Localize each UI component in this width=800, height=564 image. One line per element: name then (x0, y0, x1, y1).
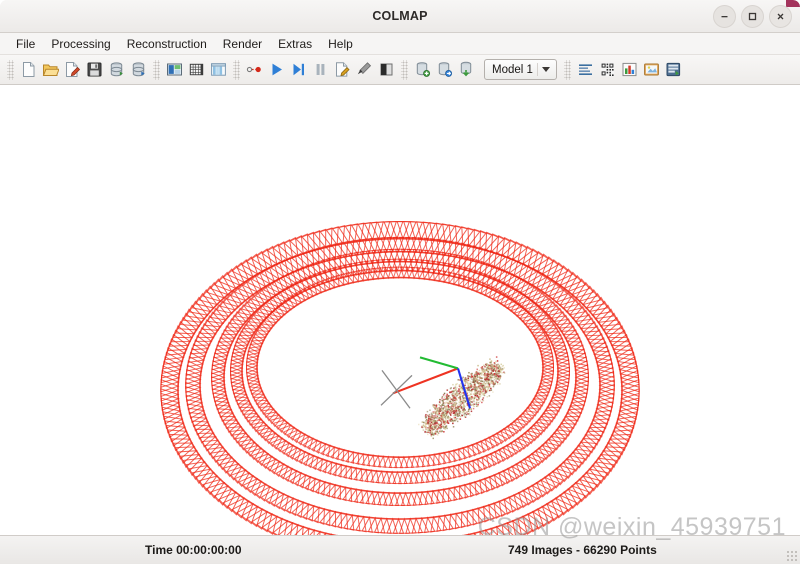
maximize-button[interactable] (741, 5, 764, 28)
model-selector-value: Model 1 (492, 63, 533, 76)
model-viewer-canvas (0, 86, 800, 535)
import-model-button[interactable] (106, 59, 127, 81)
start-reconstruction-icon (272, 63, 282, 76)
feature-matching-button[interactable] (186, 59, 207, 81)
step-reconstruction-button[interactable] (288, 59, 309, 81)
dense-reconstruction-button[interactable] (354, 59, 375, 81)
toolbar-grip-5[interactable] (563, 59, 571, 80)
status-bar: Time 00:00:00:00 749 Images - 66290 Poin… (0, 535, 800, 564)
resize-grip[interactable] (786, 550, 798, 562)
close-icon (777, 13, 784, 20)
log-panel-button[interactable] (575, 59, 596, 81)
chevron-down-icon (541, 67, 550, 72)
grab-movie-icon (644, 63, 659, 76)
start-reconstruction-button[interactable] (266, 59, 287, 81)
grab-image-button[interactable] (597, 59, 618, 81)
add-model-button[interactable] (412, 59, 433, 81)
feature-extraction-button[interactable] (164, 59, 185, 81)
import-model-icon (110, 62, 123, 77)
model-selector-separator (536, 63, 538, 76)
main-toolbar: Model 1 (0, 55, 800, 85)
menu-processing[interactable]: Processing (43, 35, 118, 53)
log-panel-icon (578, 64, 592, 75)
pause-reconstruction-button[interactable] (310, 59, 331, 81)
colmap-main-window: COLMAP File Processing Reconstruction Re… (0, 0, 800, 564)
export-model-icon (132, 62, 145, 77)
undistort-icon (666, 62, 681, 77)
open-project-button[interactable] (40, 59, 61, 81)
render-options-icon (380, 63, 393, 76)
window-controls (713, 0, 792, 33)
model-selector[interactable]: Model 1 (484, 59, 557, 80)
step-reconstruction-icon (293, 63, 304, 76)
export-model-button[interactable] (128, 59, 149, 81)
merge-models-icon (438, 62, 453, 77)
automatic-reconstruction-icon (246, 66, 261, 73)
menu-render[interactable]: Render (215, 35, 270, 53)
edit-project-icon (66, 62, 81, 77)
new-project-icon (23, 62, 35, 77)
bundle-adjustment-button[interactable] (332, 59, 353, 81)
automatic-reconstruction-button[interactable] (244, 59, 265, 81)
database-management-icon (211, 63, 226, 76)
new-project-button[interactable] (18, 59, 39, 81)
model-viewer[interactable] (0, 85, 800, 535)
grab-image-icon (600, 62, 615, 77)
close-button[interactable] (769, 5, 792, 28)
feature-matching-icon (189, 63, 204, 76)
render-options-button[interactable] (376, 59, 397, 81)
open-project-icon (42, 64, 59, 76)
bundle-adjustment-icon (336, 62, 350, 77)
minimize-button[interactable] (713, 5, 736, 28)
edit-project-button[interactable] (62, 59, 83, 81)
menu-extras[interactable]: Extras (270, 35, 320, 53)
status-stats: 749 Images - 66290 Points (508, 543, 657, 557)
database-management-button[interactable] (208, 59, 229, 81)
save-model-button[interactable] (456, 59, 477, 81)
undistort-button[interactable] (663, 59, 684, 81)
toolbar-grip-2[interactable] (153, 59, 160, 80)
menu-file[interactable]: File (8, 35, 43, 53)
toolbar-grip-3[interactable] (233, 59, 240, 80)
statistics-button[interactable] (619, 59, 640, 81)
save-model-icon (460, 61, 472, 77)
minimize-icon (721, 16, 728, 18)
save-project-button[interactable] (84, 59, 105, 81)
status-time: Time 00:00:00:00 (145, 543, 242, 557)
save-project-icon (87, 62, 102, 77)
merge-models-button[interactable] (434, 59, 455, 81)
window-title: COLMAP (372, 9, 428, 23)
add-model-icon (416, 62, 431, 77)
title-bar: COLMAP (0, 0, 800, 33)
maximize-icon (748, 12, 757, 21)
pause-reconstruction-icon (316, 64, 325, 75)
feature-extraction-icon (167, 63, 182, 76)
toolbar-grip-4[interactable] (401, 59, 408, 80)
menu-reconstruction[interactable]: Reconstruction (119, 35, 215, 53)
dense-reconstruction-icon (357, 62, 372, 75)
toolbar-grip-1[interactable] (7, 59, 14, 80)
menu-bar: File Processing Reconstruction Render Ex… (0, 33, 800, 55)
grab-movie-button[interactable] (641, 59, 662, 81)
menu-help[interactable]: Help (320, 35, 361, 53)
statistics-icon (622, 62, 637, 77)
